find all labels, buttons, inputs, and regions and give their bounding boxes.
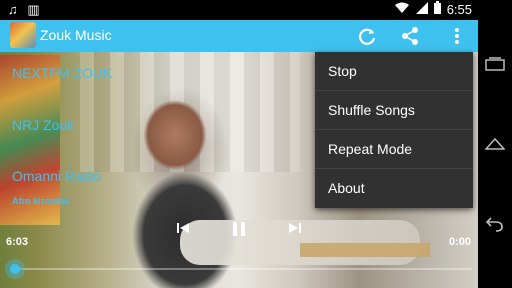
status-time: 6:55 bbox=[446, 1, 472, 17]
home-icon[interactable] bbox=[484, 136, 506, 152]
battery-icon bbox=[433, 1, 441, 17]
next-icon[interactable] bbox=[286, 221, 304, 239]
station-omanni-radio[interactable]: Omanni Radio bbox=[12, 168, 102, 184]
seek-bar[interactable] bbox=[16, 268, 472, 270]
action-bar: Zouk Music bbox=[0, 20, 478, 52]
app-screen: ♫ ▥ 6:55 Zouk Music NEXTFM ZOUK NRJ Zouk… bbox=[0, 0, 478, 288]
status-left: ♫ ▥ bbox=[8, 2, 40, 18]
back-icon[interactable] bbox=[485, 216, 505, 232]
station-nrj-zouk[interactable]: NRJ Zouk bbox=[12, 117, 74, 133]
genre-label: Afro kizomba bbox=[12, 196, 70, 206]
wifi-icon bbox=[394, 2, 410, 17]
music-note-icon: ♫ bbox=[8, 2, 18, 17]
elapsed-time: 6:03 bbox=[6, 236, 29, 248]
pause-icon[interactable] bbox=[230, 221, 248, 239]
recent-apps-icon[interactable] bbox=[485, 57, 505, 73]
overflow-popup-menu: Stop Shuffle Songs Repeat Mode About bbox=[315, 52, 473, 208]
barcode-icon: ▥ bbox=[27, 2, 40, 17]
refresh-icon[interactable] bbox=[356, 25, 378, 47]
menu-item-stop[interactable]: Stop bbox=[315, 52, 473, 91]
seek-bar-thumb[interactable] bbox=[5, 259, 25, 279]
signal-icon bbox=[415, 1, 428, 17]
overflow-menu-icon[interactable] bbox=[446, 25, 468, 47]
status-bar: ♫ ▥ 6:55 bbox=[0, 0, 478, 20]
app-title: Zouk Music bbox=[40, 27, 112, 43]
menu-item-about[interactable]: About bbox=[315, 169, 473, 208]
app-icon[interactable] bbox=[10, 22, 36, 48]
station-nextfm-zouk[interactable]: NEXTFM ZOUK bbox=[12, 65, 112, 81]
menu-item-shuffle-songs[interactable]: Shuffle Songs bbox=[315, 91, 473, 130]
navigation-bar bbox=[478, 0, 512, 288]
share-icon[interactable] bbox=[399, 25, 421, 47]
previous-icon[interactable] bbox=[174, 221, 192, 239]
menu-item-repeat-mode[interactable]: Repeat Mode bbox=[315, 130, 473, 169]
duration-time: 0:00 bbox=[449, 236, 472, 248]
background-guitar-neck bbox=[300, 243, 430, 257]
status-right: 6:55 bbox=[394, 1, 472, 17]
